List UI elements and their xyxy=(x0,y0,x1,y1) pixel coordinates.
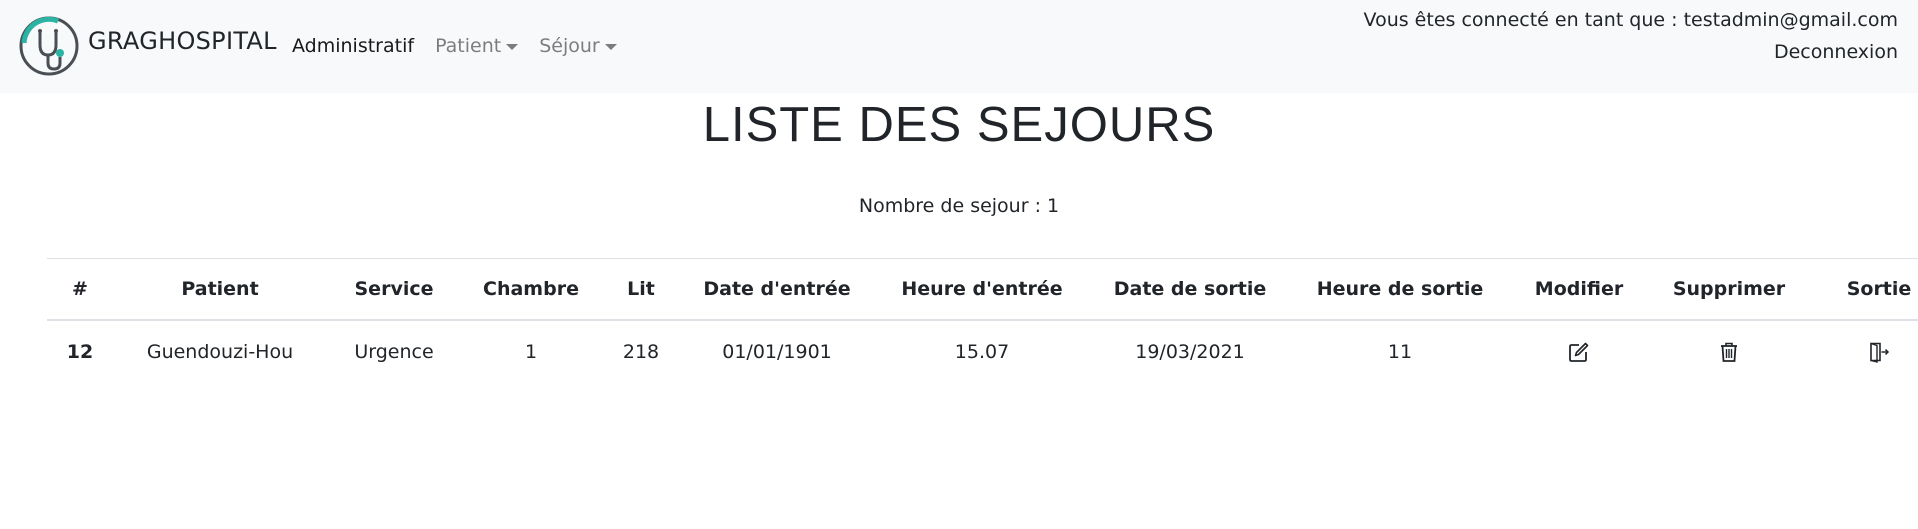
cell-sortie xyxy=(1811,320,1918,383)
col-header-id: # xyxy=(72,278,88,300)
cell-heure-sortie: 11 xyxy=(1387,341,1413,363)
cell-service: Urgence xyxy=(354,341,434,363)
caret-down-icon xyxy=(506,44,519,50)
edit-button[interactable] xyxy=(1568,341,1590,363)
table-row: 12 Guendouzi-Hou Urgence 1 218 01/01/190… xyxy=(47,320,1918,383)
col-header-date-entree: Date d'entrée xyxy=(703,278,851,300)
cell-date-sortie: 19/03/2021 xyxy=(1135,341,1245,363)
cell-modifier xyxy=(1511,320,1647,383)
col-header-patient: Patient xyxy=(181,278,259,300)
edit-icon xyxy=(1569,342,1589,363)
stays-table: # Patient Service Chambre Lit Date d'ent… xyxy=(47,258,1918,383)
cell-chambre: 1 xyxy=(524,341,538,363)
main-nav: Administratif Patient Séjour xyxy=(292,35,638,57)
navbar: GRAGHOSPITAL Administratif Patient Séjou… xyxy=(0,0,1918,93)
col-header-service: Service xyxy=(354,278,434,300)
cell-date-entree: 01/01/1901 xyxy=(722,341,832,363)
col-header-sortie: Sortie xyxy=(1846,278,1912,300)
col-header-heure-entree: Heure d'entrée xyxy=(901,278,1063,300)
caret-down-icon xyxy=(604,44,617,50)
nav-patient-dropdown[interactable]: Patient xyxy=(435,35,519,57)
table-header-row: # Patient Service Chambre Lit Date d'ent… xyxy=(47,258,1918,320)
col-header-lit: Lit xyxy=(627,278,655,300)
nav-sejour-dropdown[interactable]: Séjour xyxy=(539,35,617,57)
trash-icon xyxy=(1721,342,1737,363)
stethoscope-logo-icon xyxy=(19,16,79,76)
page-title: LISTE DES SEJOURS xyxy=(702,98,1216,152)
nav-sejour-label: Séjour xyxy=(539,35,600,57)
brand-link[interactable]: GRAGHOSPITAL xyxy=(18,15,277,77)
col-header-chambre: Chambre xyxy=(483,278,579,300)
exit-button[interactable] xyxy=(1868,341,1890,364)
connected-user-text: Vous êtes connecté en tant que : testadm… xyxy=(1363,9,1898,31)
cell-id: 12 xyxy=(66,341,94,363)
col-header-supprimer: Supprimer xyxy=(1672,278,1786,300)
nav-administratif[interactable]: Administratif xyxy=(292,35,414,57)
cell-patient: Guendouzi-Hou xyxy=(146,341,294,363)
user-info: Vous êtes connecté en tant que : testadm… xyxy=(1364,4,1898,68)
exit-door-icon xyxy=(1870,342,1890,364)
delete-button[interactable] xyxy=(1719,341,1739,363)
col-header-heure-sortie: Heure de sortie xyxy=(1316,278,1484,300)
logout-link[interactable]: Deconnexion xyxy=(1364,36,1898,68)
brand-name: GRAGHOSPITAL xyxy=(88,27,277,55)
col-header-date-sortie: Date de sortie xyxy=(1113,278,1267,300)
stay-count: Nombre de sejour : 1 xyxy=(858,195,1060,217)
nav-patient-label: Patient xyxy=(435,35,502,57)
cell-heure-entree: 15.07 xyxy=(954,341,1010,363)
cell-lit: 218 xyxy=(622,341,660,363)
cell-supprimer xyxy=(1647,320,1811,383)
stays-table-container: # Patient Service Chambre Lit Date d'ent… xyxy=(47,258,1918,383)
col-header-modifier: Modifier xyxy=(1534,278,1624,300)
